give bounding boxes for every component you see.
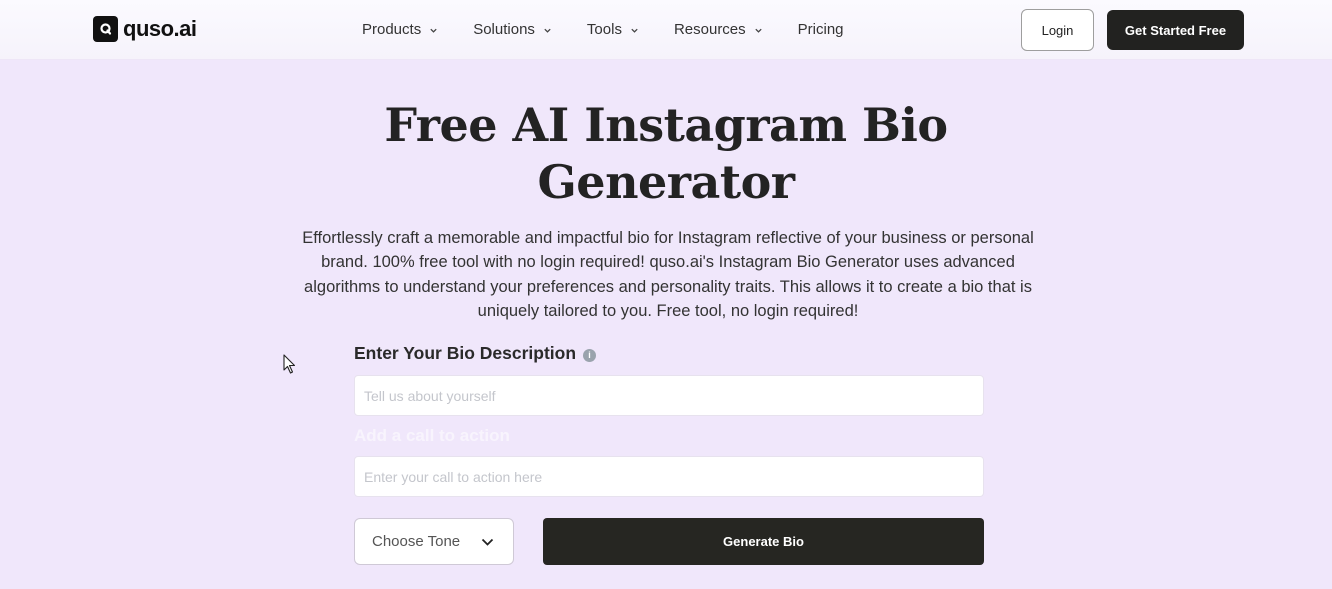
call-to-action-input[interactable] (354, 456, 984, 497)
get-started-button[interactable]: Get Started Free (1107, 10, 1244, 50)
bio-label-text: Enter Your Bio Description (354, 343, 577, 363)
main-nav: Products Solutions Tools Resources Prici… (362, 20, 844, 40)
nav-item-solutions[interactable]: Solutions (473, 20, 552, 40)
logo-icon (93, 16, 118, 42)
nav-item-tools[interactable]: Tools (587, 20, 639, 40)
mouse-cursor-icon (283, 354, 296, 374)
bio-description-label: Enter Your Bio Description i (354, 343, 597, 364)
nav-item-label: Resources (673, 21, 746, 38)
tone-select[interactable]: Choose Tone (354, 518, 514, 565)
page-title: Free AI Instagram Bio Generator (384, 98, 948, 209)
nav-item-label: Tools (586, 21, 622, 38)
tone-select-value: Choose Tone (372, 533, 461, 550)
chevron-down-icon (755, 28, 762, 33)
info-icon[interactable]: i (583, 348, 597, 362)
call-to-action-label: Add a call to action (354, 426, 510, 445)
chevron-down-icon (430, 28, 437, 33)
logo-text: quso.ai (123, 16, 197, 41)
site-header: quso.ai Products Solutions Tools Resourc… (0, 0, 1332, 60)
logo[interactable]: quso.ai (93, 16, 197, 42)
nav-item-products[interactable]: Products (362, 20, 438, 40)
page-description: Effortlessly craft a memorable and impac… (302, 229, 1034, 320)
nav-item-label: Pricing (797, 21, 844, 38)
login-button[interactable]: Login (1021, 9, 1094, 51)
bio-description-input[interactable] (354, 375, 984, 416)
nav-item-label: Products (362, 21, 422, 38)
generate-bio-button[interactable]: Generate Bio (543, 518, 984, 565)
chevron-down-icon (544, 28, 551, 33)
chevron-down-icon (631, 28, 638, 33)
nav-item-label: Solutions (473, 21, 535, 38)
chevron-down-icon (481, 538, 494, 546)
nav-item-pricing[interactable]: Pricing (798, 20, 844, 40)
nav-item-resources[interactable]: Resources (674, 20, 763, 40)
